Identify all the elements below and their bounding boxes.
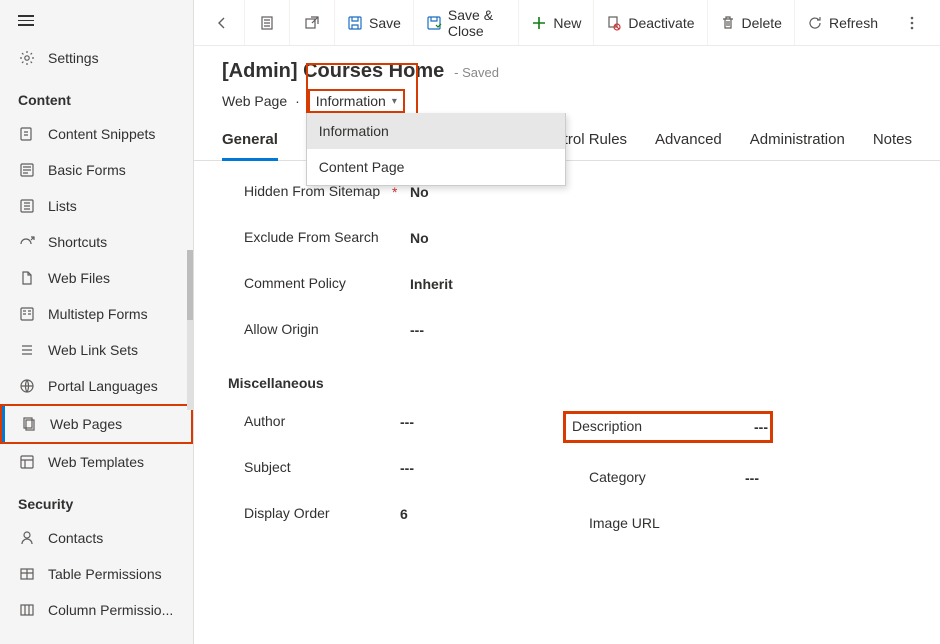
separator-dot: · <box>295 93 300 109</box>
sidebar-item-web-link-sets[interactable]: Web Link Sets <box>0 332 193 368</box>
list-icon <box>18 197 36 215</box>
column-perm-icon <box>18 601 36 619</box>
command-bar: Save Save & Close New Deactivate Delete … <box>194 0 940 46</box>
section-security-label: Security <box>0 480 193 520</box>
sidebar-item-settings[interactable]: Settings <box>0 40 193 76</box>
required-asterisk: * <box>392 184 410 200</box>
sidebar-scrollbar[interactable] <box>187 250 193 410</box>
sidebar-item-basic-forms[interactable]: Basic Forms <box>0 152 193 188</box>
popout-icon <box>304 15 320 31</box>
template-icon <box>18 453 36 471</box>
highlight-box-description: Description --- <box>563 411 773 443</box>
file-icon <box>18 269 36 287</box>
section-content-label: Content <box>0 76 193 116</box>
field-display-order[interactable]: Display Order 6 <box>222 491 567 537</box>
back-arrow-icon <box>214 15 230 31</box>
field-exclude-from-search[interactable]: Exclude From Search No <box>222 215 912 261</box>
gear-icon <box>18 49 36 67</box>
field-image-url[interactable]: Image URL <box>567 501 912 547</box>
form-body: Hidden From Sitemap * No Exclude From Se… <box>194 161 940 644</box>
save-close-icon <box>426 15 442 31</box>
menu-item-content-page[interactable]: Content Page <box>307 149 565 185</box>
save-close-button[interactable]: Save & Close <box>413 0 518 45</box>
chevron-down-icon: ▾ <box>392 96 397 107</box>
field-allow-origin[interactable]: Allow Origin --- <box>222 307 912 353</box>
form-selector-button[interactable]: Information ▾ <box>308 89 405 113</box>
delete-button[interactable]: Delete <box>707 0 794 45</box>
form-selector-menu: Information Content Page <box>306 113 566 186</box>
section-miscellaneous: Miscellaneous <box>222 353 912 399</box>
new-button[interactable]: New <box>518 0 593 45</box>
overflow-button[interactable] <box>890 0 934 45</box>
menu-item-information[interactable]: Information <box>307 113 565 149</box>
record-set-icon <box>259 15 275 31</box>
more-vertical-icon <box>904 15 920 31</box>
sidebar-scrollbar-thumb[interactable] <box>187 250 193 320</box>
save-button[interactable]: Save <box>334 0 413 45</box>
person-icon <box>18 529 36 547</box>
settings-label: Settings <box>48 50 99 66</box>
globe-icon <box>18 377 36 395</box>
sidebar-item-multistep-forms[interactable]: Multistep Forms <box>0 296 193 332</box>
field-category[interactable]: Category --- <box>567 455 912 501</box>
back-button[interactable] <box>200 0 244 45</box>
sidebar-item-portal-languages[interactable]: Portal Languages <box>0 368 193 404</box>
table-perm-icon <box>18 565 36 583</box>
popout-button[interactable] <box>289 0 334 45</box>
sidebar: Settings Content Content Snippets Basic … <box>0 0 194 644</box>
sidebar-item-shortcuts[interactable]: Shortcuts <box>0 224 193 260</box>
sidebar-item-web-pages[interactable]: Web Pages <box>0 404 193 444</box>
tab-administration[interactable]: Administration <box>750 131 845 160</box>
form-selector-label: Information <box>316 93 386 109</box>
sidebar-item-lists[interactable]: Lists <box>0 188 193 224</box>
field-author[interactable]: Author --- <box>222 399 567 445</box>
field-description[interactable]: Description --- <box>567 399 912 455</box>
pages-icon <box>20 415 38 433</box>
page-title: [Admin] Courses Home <box>222 60 444 82</box>
tab-notes[interactable]: Notes <box>873 131 912 160</box>
tab-advanced[interactable]: Advanced <box>655 131 722 160</box>
deactivate-button[interactable]: Deactivate <box>593 0 706 45</box>
saved-state: - Saved <box>454 65 499 80</box>
field-subject[interactable]: Subject --- <box>222 445 567 491</box>
multistep-icon <box>18 305 36 323</box>
refresh-icon <box>807 15 823 31</box>
refresh-button[interactable]: Refresh <box>794 0 890 45</box>
sidebar-item-column-permissions[interactable]: Column Permissio... <box>0 592 193 628</box>
save-icon <box>347 15 363 31</box>
snippet-icon <box>18 125 36 143</box>
linkset-icon <box>18 341 36 359</box>
hamburger-icon <box>18 15 34 27</box>
entity-label: Web Page <box>222 93 287 109</box>
sidebar-item-table-permissions[interactable]: Table Permissions <box>0 556 193 592</box>
main-area: Save Save & Close New Deactivate Delete … <box>194 0 940 644</box>
field-comment-policy[interactable]: Comment Policy Inherit <box>222 261 912 307</box>
record-header: [Admin] Courses Home - Saved Web Page · … <box>194 46 940 113</box>
trash-icon <box>720 15 736 31</box>
hamburger-button[interactable] <box>0 0 193 40</box>
sidebar-item-web-templates[interactable]: Web Templates <box>0 444 193 480</box>
plus-icon <box>531 15 547 31</box>
deactivate-icon <box>606 15 622 31</box>
form-icon <box>18 161 36 179</box>
tab-general[interactable]: General <box>222 131 278 161</box>
shortcut-icon <box>18 233 36 251</box>
sidebar-item-web-files[interactable]: Web Files <box>0 260 193 296</box>
sidebar-item-content-snippets[interactable]: Content Snippets <box>0 116 193 152</box>
sidebar-item-contacts[interactable]: Contacts <box>0 520 193 556</box>
open-record-set-button[interactable] <box>244 0 289 45</box>
